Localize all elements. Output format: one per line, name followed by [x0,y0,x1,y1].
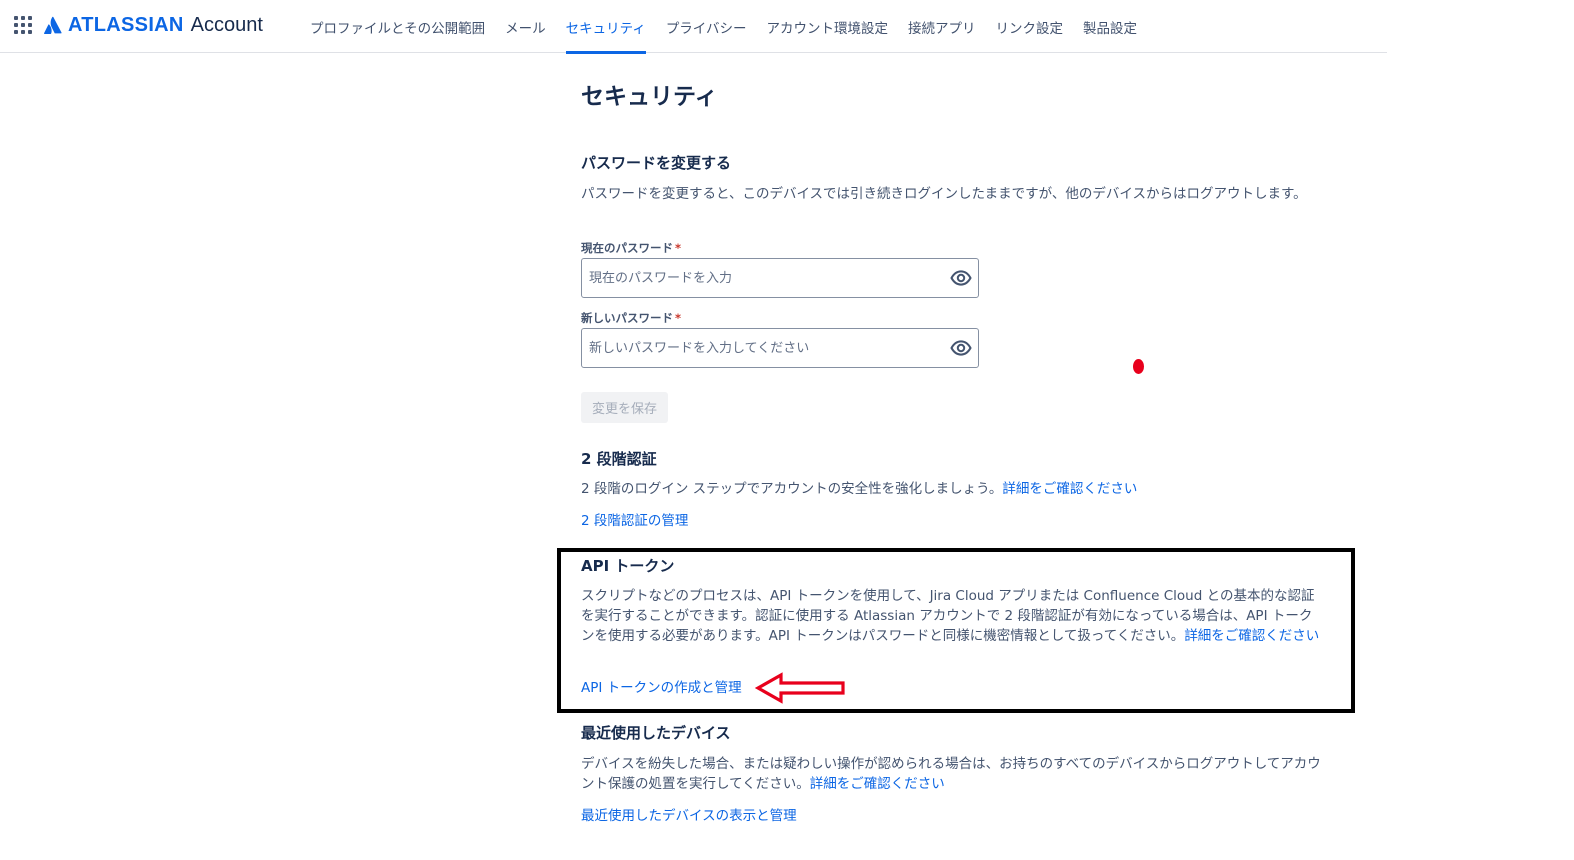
eye-icon[interactable] [950,268,972,288]
tab-security[interactable]: セキュリティ [556,0,656,54]
tab-product-settings[interactable]: 製品設定 [1073,0,1147,53]
api-tokens-description: スクリプトなどのプロセスは、API トークンを使用して、Jira Cloud ア… [581,586,1321,646]
annotation-red-dot [1133,359,1144,374]
save-changes-button[interactable]: 変更を保存 [581,392,669,423]
manage-two-step-link[interactable]: 2 段階認証の管理 [581,511,688,531]
manage-api-tokens-link[interactable]: API トークンの作成と管理 [581,678,742,698]
new-password-field [581,328,979,368]
account-tabs: プロファイルとその公開範囲 メール セキュリティ プライバシー アカウント環境設… [300,0,1147,54]
brand-product-name: Account [190,13,263,36]
new-password-label: 新しいパスワード * [581,310,681,326]
two-step-description-text: 2 段階のログイン ステップでアカウントの安全性を強化しましょう。 [581,481,1003,497]
required-mark: * [675,241,682,255]
tab-profile[interactable]: プロファイルとその公開範囲 [300,0,495,53]
required-mark: * [675,311,682,325]
top-navigation: ATLASSIAN Account プロファイルとその公開範囲 メール セキュリ… [0,0,1387,54]
current-password-input[interactable] [582,259,942,297]
change-password-heading: パスワードを変更する [581,154,732,172]
tab-connected-apps[interactable]: 接続アプリ [898,0,986,53]
recent-devices-description-text: デバイスを紛失した場合、または疑わしい操作が認められる場合は、お持ちのすべてのデ… [581,756,1321,792]
tab-email[interactable]: メール [495,0,556,53]
tab-account-preferences[interactable]: アカウント環境設定 [757,0,899,53]
recent-devices-learn-more-link[interactable]: 詳細をご確認ください [810,776,945,792]
current-password-label-text: 現在のパスワード [581,241,673,255]
api-tokens-heading: API トークン [581,557,675,575]
recent-devices-heading: 最近使用したデバイス [581,724,731,742]
brand-wordmark: ATLASSIAN [68,13,184,36]
atlassian-logo-icon [44,16,62,34]
recent-devices-description: デバイスを紛失した場合、または疑わしい操作が認められる場合は、お持ちのすべてのデ… [581,754,1321,794]
two-step-heading: 2 段階認証 [581,450,657,468]
app-switcher-icon[interactable] [14,16,32,34]
atlassian-account-logo[interactable]: ATLASSIAN Account [44,11,263,39]
tab-privacy[interactable]: プライバシー [656,0,757,53]
api-tokens-learn-more-link[interactable]: 詳細をご確認ください [1184,628,1319,644]
change-password-description: パスワードを変更すると、このデバイスでは引き続きログインしたままですが、他のデバ… [581,186,1307,202]
two-step-description: 2 段階のログイン ステップでアカウントの安全性を強化しましょう。詳細をご確認く… [581,479,1321,499]
eye-icon[interactable] [950,338,972,358]
manage-recent-devices-link[interactable]: 最近使用したデバイスの表示と管理 [581,806,797,826]
two-step-learn-more-link[interactable]: 詳細をご確認ください [1002,481,1137,497]
current-password-field [581,258,979,298]
new-password-label-text: 新しいパスワード [581,311,673,325]
current-password-label: 現在のパスワード * [581,240,681,256]
page-title: セキュリティ [581,84,718,110]
red-arrow-icon [755,672,845,704]
tab-link-preferences[interactable]: リンク設定 [986,0,1074,53]
new-password-input[interactable] [582,329,942,367]
